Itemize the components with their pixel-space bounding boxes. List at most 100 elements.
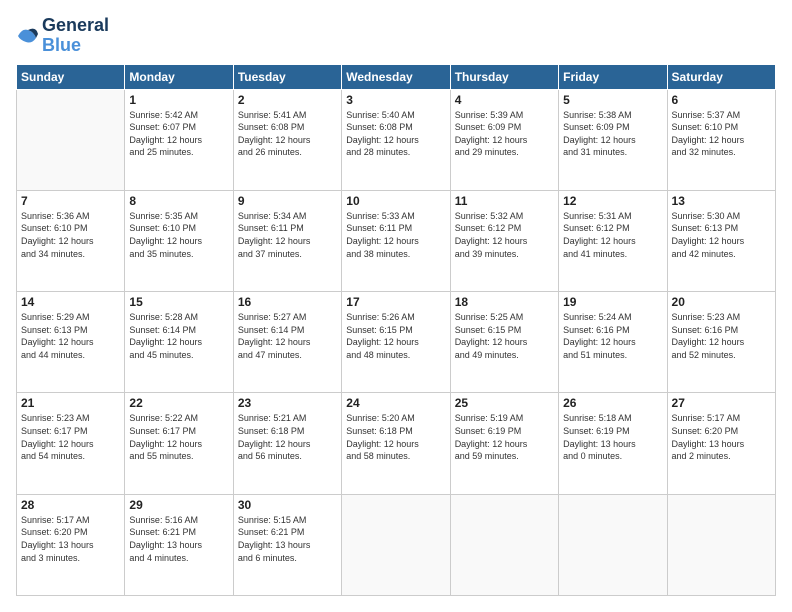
calendar-cell: 8 Sunrise: 5:35 AM Sunset: 6:10 PM Daylig… [125, 190, 233, 291]
day-info: Sunrise: 5:35 AM Sunset: 6:10 PM Dayligh… [129, 210, 228, 260]
day-info: Sunrise: 5:38 AM Sunset: 6:09 PM Dayligh… [563, 109, 662, 159]
day-info: Sunrise: 5:15 AM Sunset: 6:21 PM Dayligh… [238, 514, 337, 564]
calendar-cell: 17Sunrise: 5:26 AM Sunset: 6:15 PM Dayli… [342, 292, 450, 393]
day-number: 11 [455, 194, 554, 208]
calendar-week-2: 14 Sunrise: 5:29 AM Sunset: 6:13 PM Dayli… [17, 292, 776, 393]
calendar-cell [667, 494, 775, 595]
calendar-cell: 10 Sunrise: 5:33 AM Sunset: 6:11 PM Dayli… [342, 190, 450, 291]
calendar-cell [450, 494, 558, 595]
day-number: 28 [21, 498, 120, 512]
day-info: Sunrise: 5:37 AM Sunset: 6:10 PM Dayligh… [672, 109, 771, 159]
day-number: 1 [129, 93, 228, 107]
day-info: Sunrise: 5:32 AM Sunset: 6:12 PM Dayligh… [455, 210, 554, 260]
calendar-cell: 1 Sunrise: 5:42 AM Sunset: 6:07 PM Daylig… [125, 89, 233, 190]
day-number: 5 [563, 93, 662, 107]
calendar-cell: 15 Sunrise: 5:28 AM Sunset: 6:14 PM Dayli… [125, 292, 233, 393]
day-info: Sunrise: 5:27 AM Sunset: 6:14 PM Dayligh… [238, 311, 337, 361]
day-number: 26 [563, 396, 662, 410]
calendar-week-4: 28 Sunrise: 5:17 AM Sunset: 6:20 PM Dayli… [17, 494, 776, 595]
calendar-header-monday: Monday [125, 64, 233, 89]
day-number: 9 [238, 194, 337, 208]
calendar-cell: 4Sunrise: 5:39 AM Sunset: 6:09 PM Daylig… [450, 89, 558, 190]
calendar-header-wednesday: Wednesday [342, 64, 450, 89]
day-number: 18 [455, 295, 554, 309]
day-info: Sunrise: 5:42 AM Sunset: 6:07 PM Dayligh… [129, 109, 228, 159]
calendar-cell: 18 Sunrise: 5:25 AM Sunset: 6:15 PM Dayli… [450, 292, 558, 393]
calendar-week-3: 21 Sunrise: 5:23 AM Sunset: 6:17 PM Dayli… [17, 393, 776, 494]
calendar-cell: 27Sunrise: 5:17 AM Sunset: 6:20 PM Dayli… [667, 393, 775, 494]
calendar-cell [559, 494, 667, 595]
calendar-cell: 7 Sunrise: 5:36 AM Sunset: 6:10 PM Daylig… [17, 190, 125, 291]
calendar-header-thursday: Thursday [450, 64, 558, 89]
calendar-cell: 21 Sunrise: 5:23 AM Sunset: 6:17 PM Dayli… [17, 393, 125, 494]
calendar-cell: 11 Sunrise: 5:32 AM Sunset: 6:12 PM Dayli… [450, 190, 558, 291]
day-info: Sunrise: 5:22 AM Sunset: 6:17 PM Dayligh… [129, 412, 228, 462]
day-info: Sunrise: 5:29 AM Sunset: 6:13 PM Dayligh… [21, 311, 120, 361]
day-info: Sunrise: 5:24 AM Sunset: 6:16 PM Dayligh… [563, 311, 662, 361]
day-info: Sunrise: 5:30 AM Sunset: 6:13 PM Dayligh… [672, 210, 771, 260]
logo: General Blue [16, 16, 109, 56]
day-info: Sunrise: 5:39 AM Sunset: 6:09 PM Dayligh… [455, 109, 554, 159]
day-number: 23 [238, 396, 337, 410]
calendar-cell: 20 Sunrise: 5:23 AM Sunset: 6:16 PM Dayli… [667, 292, 775, 393]
day-number: 29 [129, 498, 228, 512]
day-info: Sunrise: 5:36 AM Sunset: 6:10 PM Dayligh… [21, 210, 120, 260]
calendar-cell: 6 Sunrise: 5:37 AM Sunset: 6:10 PM Daylig… [667, 89, 775, 190]
day-number: 15 [129, 295, 228, 309]
day-info: Sunrise: 5:34 AM Sunset: 6:11 PM Dayligh… [238, 210, 337, 260]
day-number: 13 [672, 194, 771, 208]
day-info: Sunrise: 5:28 AM Sunset: 6:14 PM Dayligh… [129, 311, 228, 361]
calendar-cell: 5 Sunrise: 5:38 AM Sunset: 6:09 PM Daylig… [559, 89, 667, 190]
calendar-header-saturday: Saturday [667, 64, 775, 89]
calendar-cell: 24Sunrise: 5:20 AM Sunset: 6:18 PM Dayli… [342, 393, 450, 494]
calendar-cell: 26 Sunrise: 5:18 AM Sunset: 6:19 PM Dayli… [559, 393, 667, 494]
day-number: 6 [672, 93, 771, 107]
day-number: 2 [238, 93, 337, 107]
day-number: 16 [238, 295, 337, 309]
day-number: 20 [672, 295, 771, 309]
calendar-cell: 28 Sunrise: 5:17 AM Sunset: 6:20 PM Dayli… [17, 494, 125, 595]
calendar-cell: 2 Sunrise: 5:41 AM Sunset: 6:08 PM Daylig… [233, 89, 341, 190]
day-number: 8 [129, 194, 228, 208]
calendar-cell: 19 Sunrise: 5:24 AM Sunset: 6:16 PM Dayli… [559, 292, 667, 393]
day-number: 10 [346, 194, 445, 208]
calendar-cell [342, 494, 450, 595]
calendar-cell: 30 Sunrise: 5:15 AM Sunset: 6:21 PM Dayli… [233, 494, 341, 595]
day-number: 22 [129, 396, 228, 410]
calendar-header-row: SundayMondayTuesdayWednesdayThursdayFrid… [17, 64, 776, 89]
day-number: 19 [563, 295, 662, 309]
day-number: 30 [238, 498, 337, 512]
day-info: Sunrise: 5:33 AM Sunset: 6:11 PM Dayligh… [346, 210, 445, 260]
day-number: 25 [455, 396, 554, 410]
calendar-cell: 12 Sunrise: 5:31 AM Sunset: 6:12 PM Dayli… [559, 190, 667, 291]
calendar-cell: 16 Sunrise: 5:27 AM Sunset: 6:14 PM Dayli… [233, 292, 341, 393]
day-number: 3 [346, 93, 445, 107]
calendar-cell: 9 Sunrise: 5:34 AM Sunset: 6:11 PM Daylig… [233, 190, 341, 291]
day-number: 24 [346, 396, 445, 410]
day-number: 21 [21, 396, 120, 410]
day-info: Sunrise: 5:21 AM Sunset: 6:18 PM Dayligh… [238, 412, 337, 462]
day-number: 12 [563, 194, 662, 208]
calendar-cell: 22 Sunrise: 5:22 AM Sunset: 6:17 PM Dayli… [125, 393, 233, 494]
calendar-cell: 13 Sunrise: 5:30 AM Sunset: 6:13 PM Dayli… [667, 190, 775, 291]
day-info: Sunrise: 5:31 AM Sunset: 6:12 PM Dayligh… [563, 210, 662, 260]
day-info: Sunrise: 5:17 AM Sunset: 6:20 PM Dayligh… [672, 412, 771, 462]
day-info: Sunrise: 5:25 AM Sunset: 6:15 PM Dayligh… [455, 311, 554, 361]
day-info: Sunrise: 5:17 AM Sunset: 6:20 PM Dayligh… [21, 514, 120, 564]
day-info: Sunrise: 5:23 AM Sunset: 6:17 PM Dayligh… [21, 412, 120, 462]
header: General Blue [16, 16, 776, 56]
day-info: Sunrise: 5:16 AM Sunset: 6:21 PM Dayligh… [129, 514, 228, 564]
calendar-cell: 29 Sunrise: 5:16 AM Sunset: 6:21 PM Dayli… [125, 494, 233, 595]
calendar-cell [17, 89, 125, 190]
logo-icon [16, 24, 40, 48]
day-number: 7 [21, 194, 120, 208]
calendar-week-0: 1 Sunrise: 5:42 AM Sunset: 6:07 PM Daylig… [17, 89, 776, 190]
day-number: 14 [21, 295, 120, 309]
calendar-week-1: 7 Sunrise: 5:36 AM Sunset: 6:10 PM Daylig… [17, 190, 776, 291]
calendar-table: SundayMondayTuesdayWednesdayThursdayFrid… [16, 64, 776, 596]
day-info: Sunrise: 5:19 AM Sunset: 6:19 PM Dayligh… [455, 412, 554, 462]
day-info: Sunrise: 5:18 AM Sunset: 6:19 PM Dayligh… [563, 412, 662, 462]
day-info: Sunrise: 5:23 AM Sunset: 6:16 PM Dayligh… [672, 311, 771, 361]
calendar-cell: 3Sunrise: 5:40 AM Sunset: 6:08 PM Daylig… [342, 89, 450, 190]
day-info: Sunrise: 5:41 AM Sunset: 6:08 PM Dayligh… [238, 109, 337, 159]
